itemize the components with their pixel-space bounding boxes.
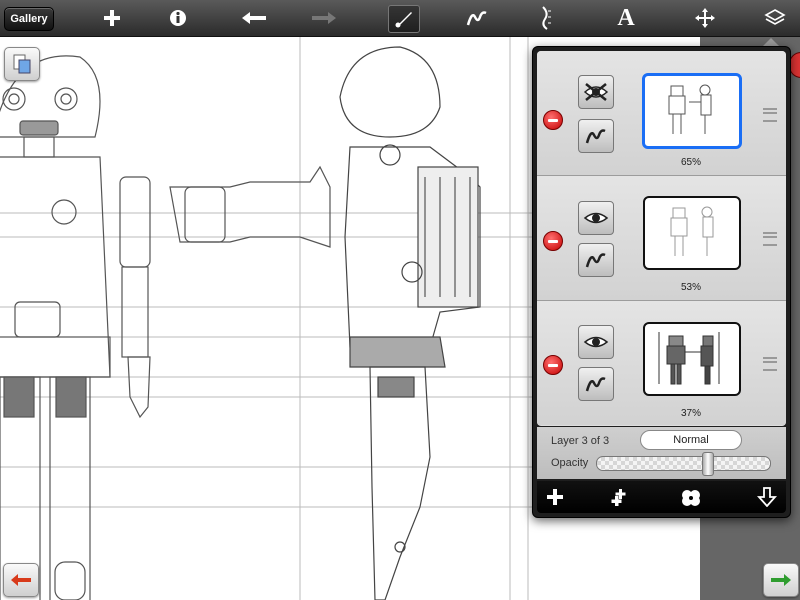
plus-icon[interactable] [98,0,126,36]
drag-handle-icon[interactable] [763,108,777,122]
redo-arrow-icon [771,574,791,586]
duplicate-layer-icon[interactable] [601,481,641,513]
layer-mode-button[interactable] [578,119,614,153]
layer-preview-image [670,206,714,256]
undo-float-button[interactable] [3,563,39,597]
opacity-slider[interactable] [596,452,771,476]
drag-handle-icon[interactable] [763,232,777,246]
layer-actions-bar [537,481,786,513]
layer-mode-button[interactable] [578,367,614,401]
merge-layer-icon[interactable] [671,481,711,513]
layer-list: 65% 53% 37% [537,51,786,426]
layers-icon[interactable] [760,0,790,36]
eye-hidden-icon [583,83,609,101]
layer-thumbnail[interactable] [643,196,741,270]
redo-icon[interactable] [306,0,342,36]
undo-icon[interactable] [236,0,272,36]
delete-layer-button[interactable] [543,110,563,130]
gallery-button[interactable]: Gallery [4,7,54,31]
move-arrows-icon[interactable] [690,0,720,36]
layer-row[interactable]: 37% [537,301,786,425]
top-toolbar: Gallery A [0,0,800,37]
add-layer-icon[interactable] [535,481,575,513]
delete-layer-button[interactable] [543,231,563,251]
layer-thumbnail[interactable] [643,322,741,396]
layer-mode-button[interactable] [578,243,614,277]
layer-opacity-label: 65% [680,157,701,168]
opacity-label: Opacity [551,457,589,469]
info-icon[interactable] [164,0,192,36]
redo-float-button[interactable] [763,563,799,597]
visibility-toggle-button[interactable] [578,201,614,235]
layer-preview-image [658,332,720,385]
layer-row[interactable]: 53% [537,176,786,301]
visibility-toggle-button[interactable] [578,75,614,109]
export-layer-icon[interactable] [747,481,787,513]
layer-properties: Layer 3 of 3 Normal Opacity [537,427,786,479]
current-layer-label: Layer 3 of 3 [551,435,610,447]
layer-preview-image [668,84,712,134]
drag-handle-icon[interactable] [763,357,777,371]
eye-icon [583,212,609,224]
text-icon[interactable]: A [612,0,640,36]
undo-arrow-icon [11,574,31,586]
layer-row[interactable]: 65% [537,51,786,176]
layers-panel: 65% 53% 37% Layer 3 of 3 Normal Opacity [532,46,791,518]
delete-layer-button[interactable] [543,355,563,375]
ruler-icon[interactable] [532,0,560,36]
layer-thumbnail[interactable] [642,73,742,149]
copy-layer-icon [13,54,31,74]
layer-opacity-label: 37% [680,408,701,419]
eye-icon [583,336,609,348]
reference-layer-button[interactable] [4,47,40,81]
pen-curve-icon[interactable] [462,0,492,36]
pen-curve-icon [585,253,606,268]
layer-opacity-label: 53% [680,282,701,293]
blend-mode-button[interactable]: Normal [640,430,742,450]
pen-curve-icon [585,129,606,144]
brush-icon[interactable] [388,5,420,33]
opacity-slider-thumb[interactable] [702,452,714,476]
pen-curve-icon [585,377,606,392]
visibility-toggle-button[interactable] [578,325,614,359]
